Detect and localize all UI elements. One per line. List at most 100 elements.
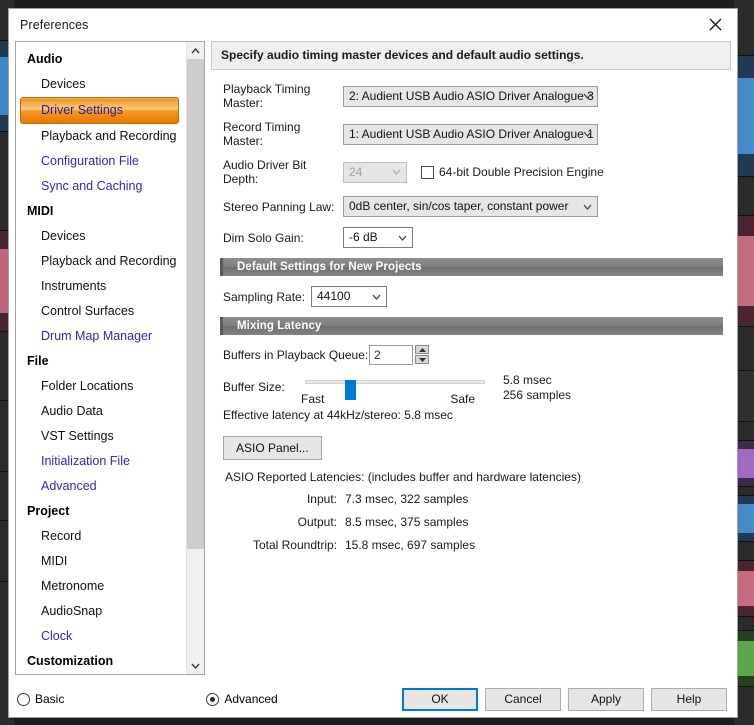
sidebar-item-instruments[interactable]: Instruments xyxy=(16,274,186,299)
label-stereo-panning-law: Stereo Panning Law: xyxy=(223,199,335,214)
audio-driver-bit-depth-dropdown: 24 xyxy=(343,161,407,183)
buffers-in-queue-stepper[interactable] xyxy=(369,345,429,365)
radio-basic-indicator[interactable] xyxy=(17,692,30,706)
double-precision-checkbox-wrap[interactable]: 64-bit Double Precision Engine xyxy=(421,165,604,179)
chevron-up-icon[interactable] xyxy=(187,42,204,59)
slider-track[interactable] xyxy=(305,380,485,384)
sidebar-scrollbar[interactable] xyxy=(186,42,204,674)
radio-basic[interactable]: Basic xyxy=(17,692,64,706)
sidebar-item-playback-and-recording-audio[interactable]: Playback and Recording xyxy=(16,124,186,149)
dialog-footer: Basic Advanced OK Cancel Apply Help xyxy=(9,681,737,717)
label-record-timing-master: Record Timing Master: xyxy=(223,120,301,148)
sidebar-item-driver-settings[interactable]: Driver Settings xyxy=(20,97,179,124)
asio-latency-row: Total Roundtrip: 15.8 msec, 697 samples xyxy=(225,538,731,552)
close-icon[interactable] xyxy=(693,9,737,40)
record-timing-master-value: 1: Audient USB Audio ASIO Driver Analogu… xyxy=(349,126,594,141)
label-audio-driver-bit-depth: Audio Driver Bit Depth: xyxy=(223,158,307,186)
stereo-panning-law-value: 0dB center, sin/cos taper, constant powe… xyxy=(349,199,569,213)
window-title: Preferences xyxy=(20,18,89,32)
sidebar-item-control-surfaces[interactable]: Control Surfaces xyxy=(16,299,186,324)
radio-basic-label: Basic xyxy=(35,692,65,706)
buffer-size-slider[interactable] xyxy=(305,380,485,400)
section-header-default-settings: Default Settings for New Projects xyxy=(220,258,723,276)
asio-latency-row: Input: 7.3 msec, 322 samples xyxy=(225,492,731,506)
asio-roundtrip-value: 15.8 msec, 697 samples xyxy=(345,538,476,552)
effective-latency-text: Effective latency at 44kHz/stereo: 5.8 m… xyxy=(223,408,453,422)
scrollbar-track[interactable] xyxy=(187,59,204,657)
stepper-up-icon[interactable] xyxy=(415,345,429,354)
sidebar-item-advanced[interactable]: Advanced xyxy=(16,474,186,499)
chevron-down-icon xyxy=(583,197,592,216)
sidebar-item-playback-and-recording-midi[interactable]: Playback and Recording xyxy=(16,249,186,274)
asio-latencies-title: ASIO Reported Latencies: (includes buffe… xyxy=(225,470,581,484)
chevron-down-icon xyxy=(398,228,407,247)
sidebar-group-project: Project xyxy=(27,504,70,518)
record-timing-master-dropdown[interactable]: 1: Audient USB Audio ASIO Driver Analogu… xyxy=(343,123,598,145)
sidebar-item-audiosnap[interactable]: AudioSnap xyxy=(16,599,186,624)
label-playback-timing-master: Playback Timing Master: xyxy=(223,82,311,110)
help-button[interactable]: Help xyxy=(651,687,727,711)
content-panel: Specify audio timing master devices and … xyxy=(211,41,731,675)
sidebar-item-metronome[interactable]: Metronome xyxy=(16,574,186,599)
asio-input-label: Input: xyxy=(306,492,337,506)
sidebar-group-midi: MIDI xyxy=(27,204,54,218)
sidebar-group-customization: Customization xyxy=(27,654,114,668)
double-precision-label: 64-bit Double Precision Engine xyxy=(439,165,604,179)
double-precision-checkbox[interactable] xyxy=(421,165,434,179)
dialog-body: Audio Devices Driver Settings Playback a… xyxy=(9,41,737,681)
radio-advanced-indicator[interactable] xyxy=(206,692,220,706)
sidebar-group-file: File xyxy=(27,354,49,368)
buffer-size-msec: 5.8 msec xyxy=(503,373,552,387)
row-audio-driver-bit-depth: Audio Driver Bit Depth: 24 64-bit Double… xyxy=(211,158,731,186)
asio-input-value: 7.3 msec, 322 samples xyxy=(345,492,469,506)
sidebar-item-clock[interactable]: Clock xyxy=(16,624,186,649)
sidebar-item-sync-and-caching[interactable]: Sync and Caching xyxy=(16,174,186,199)
row-dim-solo-gain: Dim Solo Gain: -6 dB xyxy=(211,227,731,248)
buffer-size-readout: 5.8 msec 256 samples xyxy=(503,373,571,403)
row-record-timing-master: Record Timing Master: 1: Audient USB Aud… xyxy=(211,120,731,148)
asio-output-value: 8.5 msec, 375 samples xyxy=(345,515,469,529)
slider-thumb[interactable] xyxy=(344,380,356,400)
sampling-rate-dropdown[interactable]: 44100 xyxy=(311,286,387,307)
asio-output-label: Output: xyxy=(297,515,337,529)
playback-timing-master-dropdown[interactable]: 2: Audient USB Audio ASIO Driver Analogu… xyxy=(343,85,598,107)
radio-advanced[interactable]: Advanced xyxy=(206,692,278,706)
slider-end-labels: Fast Safe xyxy=(301,392,475,406)
apply-button[interactable]: Apply xyxy=(568,687,644,711)
buffer-size-samples: 256 samples xyxy=(503,388,572,402)
buffers-in-queue-input[interactable] xyxy=(369,345,413,365)
stepper-down-icon[interactable] xyxy=(415,355,429,364)
cancel-button[interactable]: Cancel xyxy=(485,687,561,711)
asio-latency-row: Output: 8.5 msec, 375 samples xyxy=(225,515,731,529)
chevron-down-icon[interactable] xyxy=(187,657,204,674)
sidebar-item-initialization-file[interactable]: Initialization File xyxy=(16,449,186,474)
dim-solo-gain-value: -6 dB xyxy=(349,230,378,244)
asio-roundtrip-label: Total Roundtrip: xyxy=(252,538,337,552)
sidebar-item-devices-midi[interactable]: Devices xyxy=(16,224,186,249)
sidebar-item-midi-project[interactable]: MIDI xyxy=(16,549,186,574)
sidebar-item-drum-map-manager[interactable]: Drum Map Manager xyxy=(16,324,186,349)
label-buffer-size: Buffer Size: xyxy=(223,380,285,394)
content-banner: Specify audio timing master devices and … xyxy=(211,41,731,70)
row-buffers-in-playback-queue: Buffers in Playback Queue: xyxy=(211,345,731,365)
scrollbar-thumb[interactable] xyxy=(187,59,204,550)
sidebar-item-folder-locations[interactable]: Folder Locations xyxy=(16,374,186,399)
sidebar-item-vst-settings[interactable]: VST Settings xyxy=(16,424,186,449)
section-header-mixing-latency: Mixing Latency xyxy=(220,317,723,335)
sidebar-item-record[interactable]: Record xyxy=(16,524,186,549)
label-dim-solo-gain: Dim Solo Gain: xyxy=(223,230,304,245)
chevron-down-icon xyxy=(392,163,401,182)
chevron-down-icon xyxy=(372,287,381,306)
sidebar-group-audio: Audio xyxy=(27,52,63,66)
sidebar-item-devices-audio[interactable]: Devices xyxy=(16,72,186,97)
playback-timing-master-value: 2: Audient USB Audio ASIO Driver Analogu… xyxy=(349,88,594,103)
dim-solo-gain-dropdown[interactable]: -6 dB xyxy=(343,227,413,248)
asio-panel-button[interactable]: ASIO Panel... xyxy=(223,436,322,460)
stepper-buttons[interactable] xyxy=(415,345,429,365)
sidebar-item-audio-data[interactable]: Audio Data xyxy=(16,399,186,424)
row-playback-timing-master: Playback Timing Master: 2: Audient USB A… xyxy=(211,82,731,110)
preferences-dialog: Preferences Audio Devices Driver Setting… xyxy=(8,8,738,718)
ok-button[interactable]: OK xyxy=(402,687,478,711)
stereo-panning-law-dropdown[interactable]: 0dB center, sin/cos taper, constant powe… xyxy=(343,196,598,217)
sidebar-item-configuration-file[interactable]: Configuration File xyxy=(16,149,186,174)
